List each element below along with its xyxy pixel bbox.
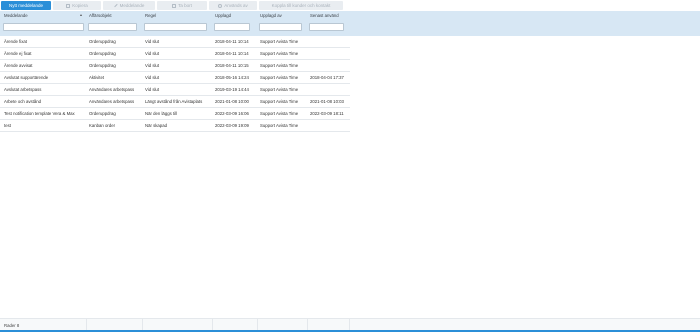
trash-icon: [172, 3, 177, 8]
delete-label: Ta bort: [178, 3, 192, 8]
cell-business-object: Orderuppdrag: [89, 39, 116, 45]
pencil-icon: [113, 3, 118, 8]
cell-business-object: Orderuppdrag: [89, 51, 116, 57]
cell-created-by: Support Avista Time: [260, 75, 299, 81]
cell-message: Arbete och avstånd: [4, 99, 42, 105]
copy-label: Kopiera: [72, 3, 88, 8]
table-row[interactable]: Arbete och avstånd Användares arbetspass…: [0, 96, 350, 108]
cell-created: 2019-03-19 14:44: [215, 87, 249, 93]
column-header-last-used[interactable]: Senast använd: [310, 13, 339, 18]
column-header-business-object[interactable]: Affärsobjekt: [89, 13, 112, 18]
new-message-button[interactable]: Nytt meddelande: [1, 1, 51, 10]
cell-created: 2018-04-11 10:15: [215, 63, 249, 69]
column-header-rule[interactable]: Regel: [145, 13, 156, 18]
connect-customers-button[interactable]: Koppla till kunder och kontakt: [259, 1, 343, 10]
cell-rule: När skapad: [145, 123, 167, 129]
cell-created: 2018-05-16 14:24: [215, 75, 249, 81]
cell-created-by: Support Avista Time: [260, 99, 299, 105]
cell-rule: Vid slut: [145, 51, 160, 57]
connect-customers-label: Koppla till kunder och kontakt: [271, 3, 331, 8]
cell-message: Avslutat arbetspass: [4, 87, 42, 93]
cell-rule: Längt avstånd från Avistaplats: [145, 99, 203, 105]
cell-created: 2018-04-11 10:14: [215, 39, 249, 45]
cell-message: Ärende fixat: [4, 39, 27, 45]
sort-ascending-icon[interactable]: [80, 14, 82, 16]
cell-created-by: Support Avista Time: [260, 63, 299, 69]
filter-created-by-input[interactable]: [259, 23, 302, 31]
cell-message: Test notification template Vera & Max: [4, 111, 75, 117]
cell-message: Avslutat supportärende: [4, 75, 49, 81]
cell-business-object: Användares arbetspass: [89, 87, 135, 93]
table-row[interactable]: Ärende avvisat Orderuppdrag Vid slut 201…: [0, 60, 350, 72]
cell-last-used: 2021-01-08 10:03: [310, 99, 344, 105]
cell-created-by: Support Avista Time: [260, 51, 299, 57]
link-icon: [218, 3, 223, 8]
cell-business-object: Orderuppdrag: [89, 111, 116, 117]
filter-rule-input[interactable]: [144, 23, 207, 31]
filter-message-input[interactable]: [3, 23, 84, 31]
cell-created-by: Support Avista Time: [260, 39, 299, 45]
table-row[interactable]: Test notification template Vera & Max Or…: [0, 108, 350, 120]
cell-last-used: 2022-03-09 18:11: [310, 111, 344, 117]
table-row[interactable]: Ärende ej fixat Orderuppdrag Vid slut 20…: [0, 48, 350, 60]
copy-button[interactable]: Kopiera: [53, 1, 101, 10]
column-header-created-by[interactable]: Upplagd av: [260, 13, 282, 18]
cell-created-by: Support Avista Time: [260, 123, 299, 129]
used-by-label: Används av: [224, 3, 248, 8]
cell-rule: Vid slut: [145, 87, 160, 93]
edit-message-button[interactable]: Meddelande: [103, 1, 155, 10]
cell-business-object: Aktivitet: [89, 75, 105, 81]
cell-rule: Vid slut: [145, 75, 160, 81]
copy-icon: [66, 3, 71, 8]
filter-business-object-input[interactable]: [88, 23, 137, 31]
filter-created-input[interactable]: [214, 23, 250, 31]
row-count-label: Rader 8: [4, 322, 20, 328]
table-row[interactable]: test Kanban order När skapad 2022-03-09 …: [0, 120, 350, 132]
edit-message-label: Meddelande: [119, 3, 145, 8]
table-row[interactable]: Avslutat arbetspass Användares arbetspas…: [0, 84, 350, 96]
toolbar: Nytt meddelande Kopiera Meddelande Ta bo…: [0, 0, 700, 11]
cell-created: 2021-01-08 10:00: [215, 99, 249, 105]
table-header: Meddelande Affärsobjekt Regel Upplagd Up…: [0, 11, 700, 36]
new-message-label: Nytt meddelande: [8, 3, 44, 8]
column-header-message[interactable]: Meddelande: [4, 13, 28, 18]
cell-rule: Vid slut: [145, 39, 160, 45]
cell-message: Ärende avvisat: [4, 63, 33, 69]
cell-business-object: Användares arbetspass: [89, 99, 135, 105]
table-row[interactable]: Ärende fixat Orderuppdrag Vid slut 2018-…: [0, 36, 350, 48]
cell-created-by: Support Avista Time: [260, 87, 299, 93]
delete-button[interactable]: Ta bort: [157, 1, 207, 10]
cell-rule: Vid slut: [145, 63, 160, 69]
cell-created: 2022-03-09 16:06: [215, 111, 249, 117]
filter-last-used-input[interactable]: [309, 23, 344, 31]
cell-business-object: Orderuppdrag: [89, 63, 116, 69]
cell-rule: När den läggs till: [145, 111, 178, 117]
column-header-created[interactable]: Upplagd: [215, 13, 231, 18]
table-footer: Rader 8: [0, 318, 700, 331]
cell-message: test: [4, 123, 11, 129]
cell-created-by: Support Avista Time: [260, 111, 299, 117]
cell-message: Ärende ej fixat: [4, 51, 32, 57]
used-by-button[interactable]: Används av: [209, 1, 257, 10]
cell-last-used: 2018-04-04 17:37: [310, 75, 344, 81]
cell-created: 2022-03-09 19:09: [215, 123, 249, 129]
cell-created: 2018-04-11 10:14: [215, 51, 249, 57]
table-row[interactable]: Avslutat supportärende Aktivitet Vid slu…: [0, 72, 350, 84]
app-root: Nytt meddelande Kopiera Meddelande Ta bo…: [0, 0, 700, 332]
cell-business-object: Kanban order: [89, 123, 116, 129]
